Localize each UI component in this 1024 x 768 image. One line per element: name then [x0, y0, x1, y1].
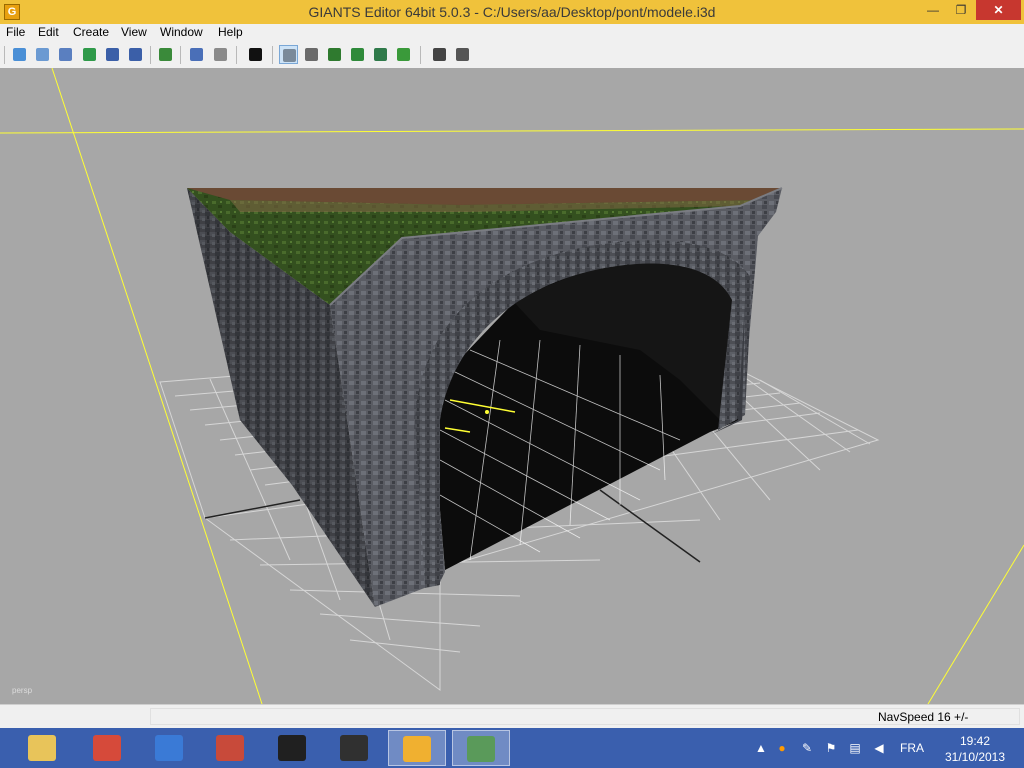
- document-icon: [59, 48, 72, 61]
- settings-gear-button[interactable]: [453, 45, 472, 64]
- particle-icon: [433, 48, 446, 61]
- play-button[interactable]: [246, 45, 265, 64]
- tray-volume-icon[interactable]: ◀: [872, 741, 886, 755]
- redo-button[interactable]: [211, 45, 230, 64]
- close-button[interactable]: ✕: [976, 0, 1021, 20]
- taskbar-app-monitor-99[interactable]: [264, 730, 322, 766]
- undo-icon: [190, 48, 203, 61]
- chrome-icon: [93, 735, 121, 761]
- taskbar-app-chrome[interactable]: [79, 730, 137, 766]
- navspeed-readout[interactable]: NavSpeed 16 +/-: [878, 710, 968, 724]
- menu-bar: File Edit Create View Window Help: [0, 24, 1024, 42]
- menu-help[interactable]: Help: [218, 25, 243, 39]
- save-icon: [106, 48, 119, 61]
- scene-canvas[interactable]: [0, 68, 1024, 704]
- new-scene-icon: [13, 48, 26, 61]
- undo-button[interactable]: [187, 45, 206, 64]
- redo-icon: [214, 48, 227, 61]
- save-as-icon: [129, 48, 142, 61]
- terrain-paint-icon: [351, 48, 364, 61]
- menu-edit[interactable]: Edit: [38, 25, 59, 39]
- taskbar-app-file-explorer[interactable]: [14, 730, 72, 766]
- toolbar-separator: [236, 46, 237, 64]
- taskbar-app-shield-leaf[interactable]: [326, 730, 384, 766]
- import-icon: [159, 48, 172, 61]
- menu-view[interactable]: View: [121, 25, 147, 39]
- open-folder-button[interactable]: [33, 45, 52, 64]
- file-explorer-icon: [28, 735, 56, 761]
- document-button[interactable]: [56, 45, 75, 64]
- magnet-button[interactable]: [302, 45, 321, 64]
- taskbar-app-text-editor[interactable]: [452, 730, 510, 766]
- play-icon: [249, 48, 262, 61]
- magnet-icon: [305, 48, 318, 61]
- tray-overflow-icon[interactable]: ▲: [754, 741, 768, 755]
- shield-leaf-icon: [340, 735, 368, 761]
- save-button[interactable]: [103, 45, 122, 64]
- toolbar-separator: [180, 46, 181, 64]
- particle-button[interactable]: [430, 45, 449, 64]
- tray-flag-icon[interactable]: ⚑: [824, 741, 838, 755]
- menu-create[interactable]: Create: [73, 25, 109, 39]
- menu-file[interactable]: File: [6, 25, 25, 39]
- toolbar-separator: [420, 46, 421, 64]
- minimize-button[interactable]: —: [920, 0, 946, 20]
- paint-brush-icon: [216, 735, 244, 761]
- import-button[interactable]: [156, 45, 175, 64]
- giants-editor-icon: [403, 736, 431, 762]
- clock-time[interactable]: 19:42: [950, 734, 1000, 748]
- grass-icon: [397, 48, 410, 61]
- save-as-button[interactable]: [126, 45, 145, 64]
- tray-avast-icon[interactable]: ●: [775, 741, 789, 755]
- toolbar-grip: [4, 46, 5, 64]
- settings-gear-icon: [456, 48, 469, 61]
- refresh-icon: [83, 48, 96, 61]
- new-scene-button[interactable]: [10, 45, 29, 64]
- home-icon: [283, 49, 296, 62]
- foliage-button[interactable]: [371, 45, 390, 64]
- toolbar-separator: [150, 46, 151, 64]
- language-indicator[interactable]: FRA: [900, 741, 924, 755]
- tray-network-icon[interactable]: ▤: [848, 741, 862, 755]
- text-editor-icon: [467, 736, 495, 762]
- title-bar: G GIANTS Editor 64bit 5.0.3 - C:/Users/a…: [0, 0, 1024, 24]
- 3d-viewport[interactable]: persp: [0, 68, 1024, 704]
- status-bar: NavSpeed 16 +/-: [0, 704, 1024, 729]
- taskbar-app-giants-editor[interactable]: [388, 730, 446, 766]
- refresh-button[interactable]: [80, 45, 99, 64]
- toolbar-separator: [272, 46, 273, 64]
- terrain-button[interactable]: [325, 45, 344, 64]
- camera-label: persp: [12, 686, 33, 695]
- taskbar-app-app-blue[interactable]: [141, 730, 199, 766]
- terrain-icon: [328, 48, 341, 61]
- terrain-paint-button[interactable]: [348, 45, 367, 64]
- tray-pen-icon[interactable]: ✎: [800, 741, 814, 755]
- toolbar: [0, 42, 1024, 69]
- app-blue-icon: [155, 735, 183, 761]
- taskbar-app-paint-brush[interactable]: [202, 730, 260, 766]
- foliage-icon: [374, 48, 387, 61]
- monitor-99-icon: [278, 735, 306, 761]
- window-title: GIANTS Editor 64bit 5.0.3 - C:/Users/aa/…: [308, 4, 716, 20]
- taskbar: ▲ ● ✎ ⚑ ▤ ◀ FRA 19:42 31/10/2013: [0, 728, 1024, 768]
- home-button[interactable]: [279, 45, 298, 64]
- grass-button[interactable]: [394, 45, 413, 64]
- maximize-button[interactable]: ❐: [948, 0, 974, 20]
- open-folder-icon: [36, 48, 49, 61]
- menu-window[interactable]: Window: [160, 25, 203, 39]
- clock-date[interactable]: 31/10/2013: [935, 750, 1015, 764]
